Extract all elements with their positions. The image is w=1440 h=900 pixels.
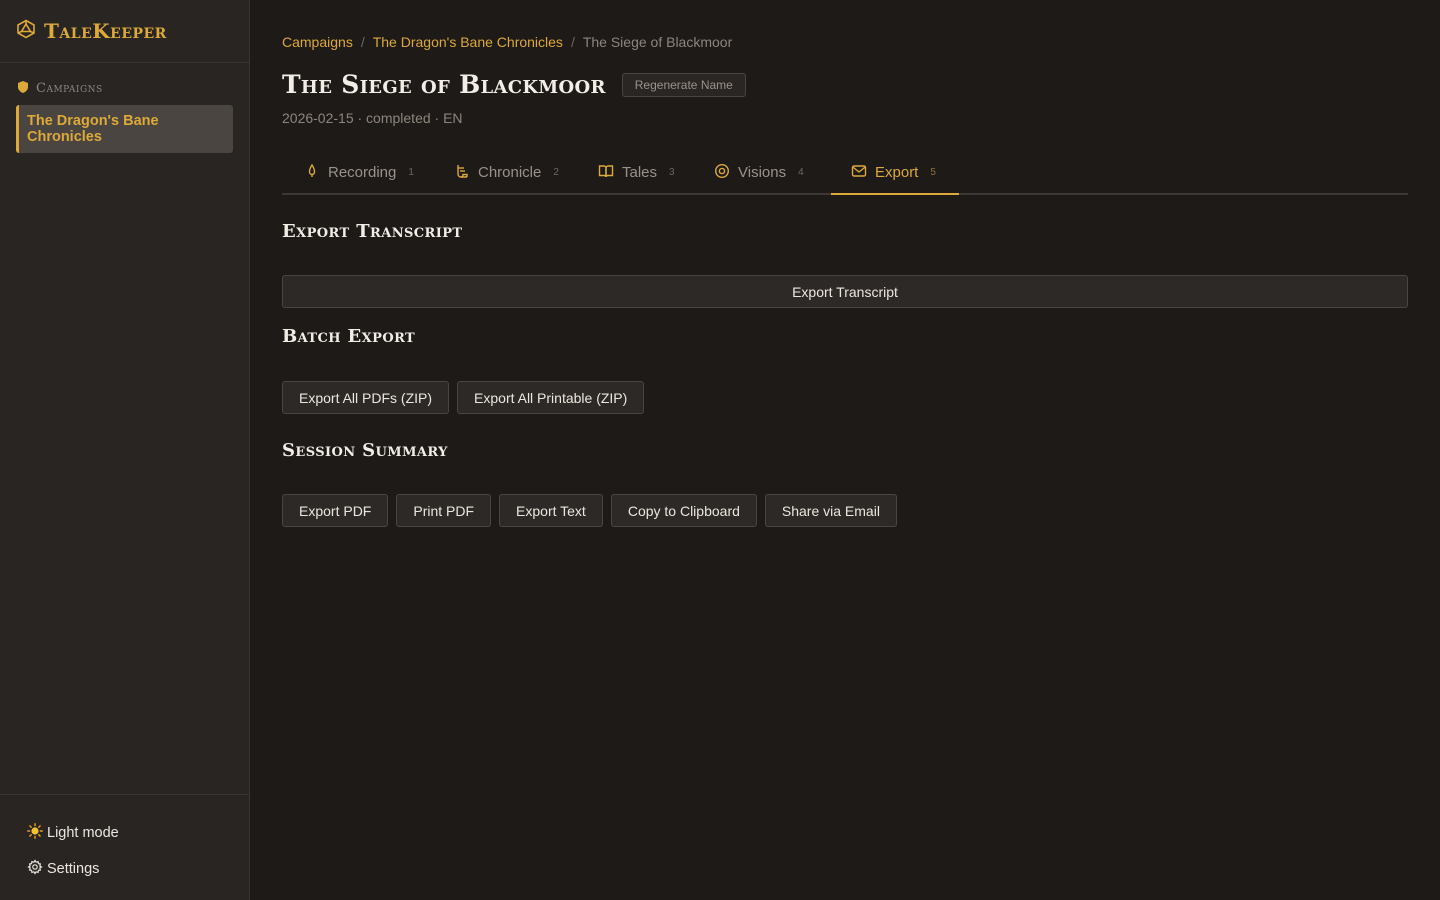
breadcrumb-current: The Siege of Blackmoor: [582, 34, 733, 50]
breadcrumb-campaign[interactable]: The Dragon's Bane Chronicles: [373, 34, 563, 50]
export-pdf-button[interactable]: Export PDF: [282, 494, 389, 527]
breadcrumb-campaigns[interactable]: Campaigns: [282, 34, 353, 50]
session-summary-actions: Export PDF Print PDF Export Text Copy to…: [282, 494, 897, 527]
session-tabs: Recording 1 Chronicle 2 Tales 3 Visions …: [282, 152, 1408, 195]
light-mode-toggle[interactable]: Light mode: [27, 823, 119, 843]
sidebar: TaleKeeper Campaigns The Dragon's Bane C…: [0, 0, 250, 900]
tab-count: 2: [553, 167, 559, 178]
export-text-button[interactable]: Export Text: [499, 494, 603, 527]
book-icon: [598, 163, 622, 183]
tab-chronicle[interactable]: Chronicle 2: [430, 152, 576, 193]
share-via-email-button[interactable]: Share via Email: [764, 494, 897, 527]
tab-label: Recording: [328, 164, 397, 181]
sidebar-item-label: The Dragon's Bane Chronicles: [27, 113, 159, 145]
settings-link[interactable]: Settings: [27, 859, 99, 879]
tab-visions[interactable]: Visions 4: [696, 152, 831, 193]
microphone-icon: [304, 163, 328, 183]
sun-icon: [27, 823, 47, 843]
copy-to-clipboard-button[interactable]: Copy to Clipboard: [610, 494, 757, 527]
tab-tales[interactable]: Tales 3: [576, 152, 696, 193]
breadcrumb-separator: /: [570, 34, 575, 50]
tab-export[interactable]: Export 5: [831, 152, 959, 195]
light-mode-label: Light mode: [47, 825, 119, 841]
export-all-printable-button[interactable]: Export All Printable (ZIP): [457, 381, 645, 414]
campaigns-heading-label: Campaigns: [36, 80, 103, 96]
regenerate-name-button[interactable]: Regenerate Name: [621, 72, 746, 97]
export-transcript-title: Export Transcript: [282, 221, 463, 242]
tab-label: Export: [875, 164, 919, 181]
tab-count: 5: [930, 167, 936, 178]
export-transcript-button[interactable]: Export Transcript: [282, 275, 1408, 308]
sidebar-item-campaign[interactable]: The Dragon's Bane Chronicles: [16, 105, 233, 153]
breadcrumb-separator: /: [360, 34, 365, 50]
tab-count: 1: [408, 167, 414, 178]
batch-export-title: Batch Export: [282, 326, 416, 347]
main-content: Campaigns / The Dragon's Bane Chronicles…: [282, 0, 1408, 900]
gear-icon: [27, 859, 47, 879]
tab-label: Tales: [622, 164, 658, 181]
tab-count: 3: [669, 167, 675, 178]
export-all-pdfs-button[interactable]: Export All PDFs (ZIP): [282, 381, 450, 414]
tab-recording[interactable]: Recording 1: [282, 152, 430, 193]
app-name: TaleKeeper: [44, 19, 167, 43]
session-meta: 2026-02-15 · completed · EN: [282, 110, 463, 126]
settings-label: Settings: [47, 861, 100, 877]
title-row: The Siege of Blackmoor Regenerate Name: [282, 70, 746, 99]
tab-count: 4: [798, 167, 804, 178]
tab-label: Visions: [738, 164, 787, 181]
tab-label: Chronicle: [478, 164, 542, 181]
page-title: The Siege of Blackmoor: [282, 70, 606, 99]
shield-icon: [18, 80, 28, 96]
batch-export-actions: Export All PDFs (ZIP) Export All Printab…: [282, 381, 645, 414]
brand[interactable]: TaleKeeper: [0, 0, 249, 63]
scroll-icon: [454, 163, 478, 183]
sidebar-footer: Light mode Settings: [0, 794, 249, 900]
breadcrumb: Campaigns / The Dragon's Bane Chronicles…: [282, 34, 732, 50]
d20-logo-icon: [16, 19, 36, 44]
session-summary-title: Session Summary: [282, 440, 448, 461]
campaigns-heading: Campaigns: [18, 79, 249, 97]
print-pdf-button[interactable]: Print PDF: [396, 494, 492, 527]
eye-target-icon: [714, 163, 738, 183]
envelope-icon: [851, 163, 875, 183]
